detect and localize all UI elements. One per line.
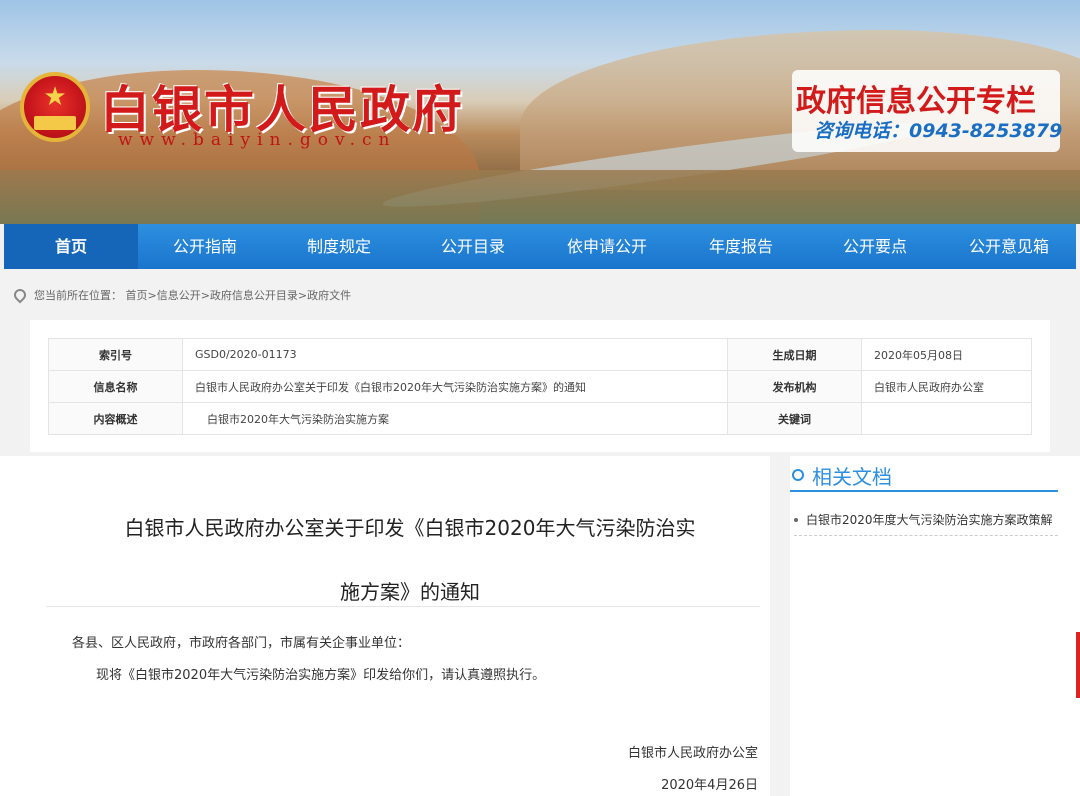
org-label: 发布机构 <box>727 370 862 403</box>
index-value: GSD0/2020-01173 <box>182 338 728 371</box>
nav-item-annual-report[interactable]: 年度报告 <box>674 224 808 269</box>
nav-item-rules[interactable]: 制度规定 <box>272 224 406 269</box>
site-url: www.baiyin.gov.cn <box>118 130 397 150</box>
location-pin-icon <box>11 286 29 304</box>
name-value: 白银市人民政府办公室关于印发《白银市2020年大气污染防治实施方案》的通知 <box>182 370 728 403</box>
nav-item-key-points[interactable]: 公开要点 <box>808 224 942 269</box>
info-open-banner[interactable]: 政府信息公开专栏 咨询电话：0943-8253879 <box>792 70 1063 152</box>
table-row: 索引号 GSD0/2020-01173 生成日期 2020年05月08日 <box>48 338 1032 371</box>
document-meta-panel: 索引号 GSD0/2020-01173 生成日期 2020年05月08日 信息名… <box>30 320 1050 452</box>
article-date: 2020年4月26日 <box>661 778 758 793</box>
emblem-base <box>34 116 76 130</box>
article-title: 白银市人民政府办公室关于印发《白银市2020年大气污染防治实 施方案》的通知 <box>60 496 760 624</box>
national-emblem-icon: ★ <box>20 72 90 142</box>
breadcrumb-text[interactable]: 您当前所在位置： 首页>信息公开>政府信息公开目录>政府文件 <box>34 287 351 303</box>
related-doc-item[interactable]: 白银市2020年度大气污染防治实施方案政策解 <box>794 504 1058 536</box>
article-body: 白银市人民政府办公室关于印发《白银市2020年大气污染防治实 施方案》的通知 各… <box>0 456 770 796</box>
date-label: 生成日期 <box>727 338 862 371</box>
article-paragraph: 现将《白银市2020年大气污染防治实施方案》印发给你们，请认真遵照执行。 <box>96 668 546 683</box>
org-value: 白银市人民政府办公室 <box>861 370 1032 403</box>
article-salutation: 各县、区人民政府，市政府各部门，市属有关企事业单位： <box>72 636 411 651</box>
table-row: 内容概述 白银市2020年大气污染防治实施方案 关键词 <box>48 402 1032 435</box>
nav-item-feedback[interactable]: 公开意见箱 <box>942 224 1076 269</box>
name-label: 信息名称 <box>48 370 183 403</box>
banner-ground <box>0 170 1080 224</box>
bullet-dot-icon <box>794 517 798 522</box>
nav-item-request[interactable]: 依申请公开 <box>540 224 674 269</box>
article-title-line1: 白银市人民政府办公室关于印发《白银市2020年大气污染防治实 <box>124 516 696 540</box>
summary-value: 白银市2020年大气污染防治实施方案 <box>182 402 728 435</box>
info-open-title: 政府信息公开专栏 <box>796 84 1036 119</box>
consult-phone: 咨询电话：0943-8253879 <box>814 120 1063 142</box>
related-docs-sidebar: 相关文档 白银市2020年度大气污染防治实施方案政策解 <box>790 456 1080 796</box>
circle-bullet-icon <box>792 469 804 481</box>
index-label: 索引号 <box>48 338 183 371</box>
main-nav: 首页 公开指南 制度规定 公开目录 依申请公开 年度报告 公开要点 公开意见箱 <box>4 224 1076 269</box>
related-doc-link[interactable]: 白银市2020年度大气污染防治实施方案政策解 <box>806 511 1053 528</box>
header-banner: ★ 白银市人民政府 www.baiyin.gov.cn 政府信息公开专栏 咨询电… <box>0 0 1080 224</box>
date-value: 2020年05月08日 <box>861 338 1032 371</box>
summary-label: 内容概述 <box>48 402 183 435</box>
nav-item-guide[interactable]: 公开指南 <box>138 224 272 269</box>
breadcrumb: 您当前所在位置： 首页>信息公开>政府信息公开目录>政府文件 <box>11 286 351 304</box>
keyword-value <box>861 402 1032 435</box>
article-title-line2: 施方案》的通知 <box>340 580 480 604</box>
emblem-star-icon: ★ <box>43 82 67 112</box>
nav-item-home[interactable]: 首页 <box>4 224 138 269</box>
table-row: 信息名称 白银市人民政府办公室关于印发《白银市2020年大气污染防治实施方案》的… <box>48 370 1032 403</box>
related-docs-header: 相关文档 <box>790 460 1058 492</box>
keyword-label: 关键词 <box>727 402 862 435</box>
document-meta-table: 索引号 GSD0/2020-01173 生成日期 2020年05月08日 信息名… <box>48 338 1032 435</box>
floating-side-tab[interactable] <box>1076 632 1080 698</box>
nav-item-catalog[interactable]: 公开目录 <box>406 224 540 269</box>
article-signature: 白银市人民政府办公室 <box>627 746 758 761</box>
title-divider <box>46 606 760 607</box>
related-docs-title: 相关文档 <box>812 464 892 489</box>
